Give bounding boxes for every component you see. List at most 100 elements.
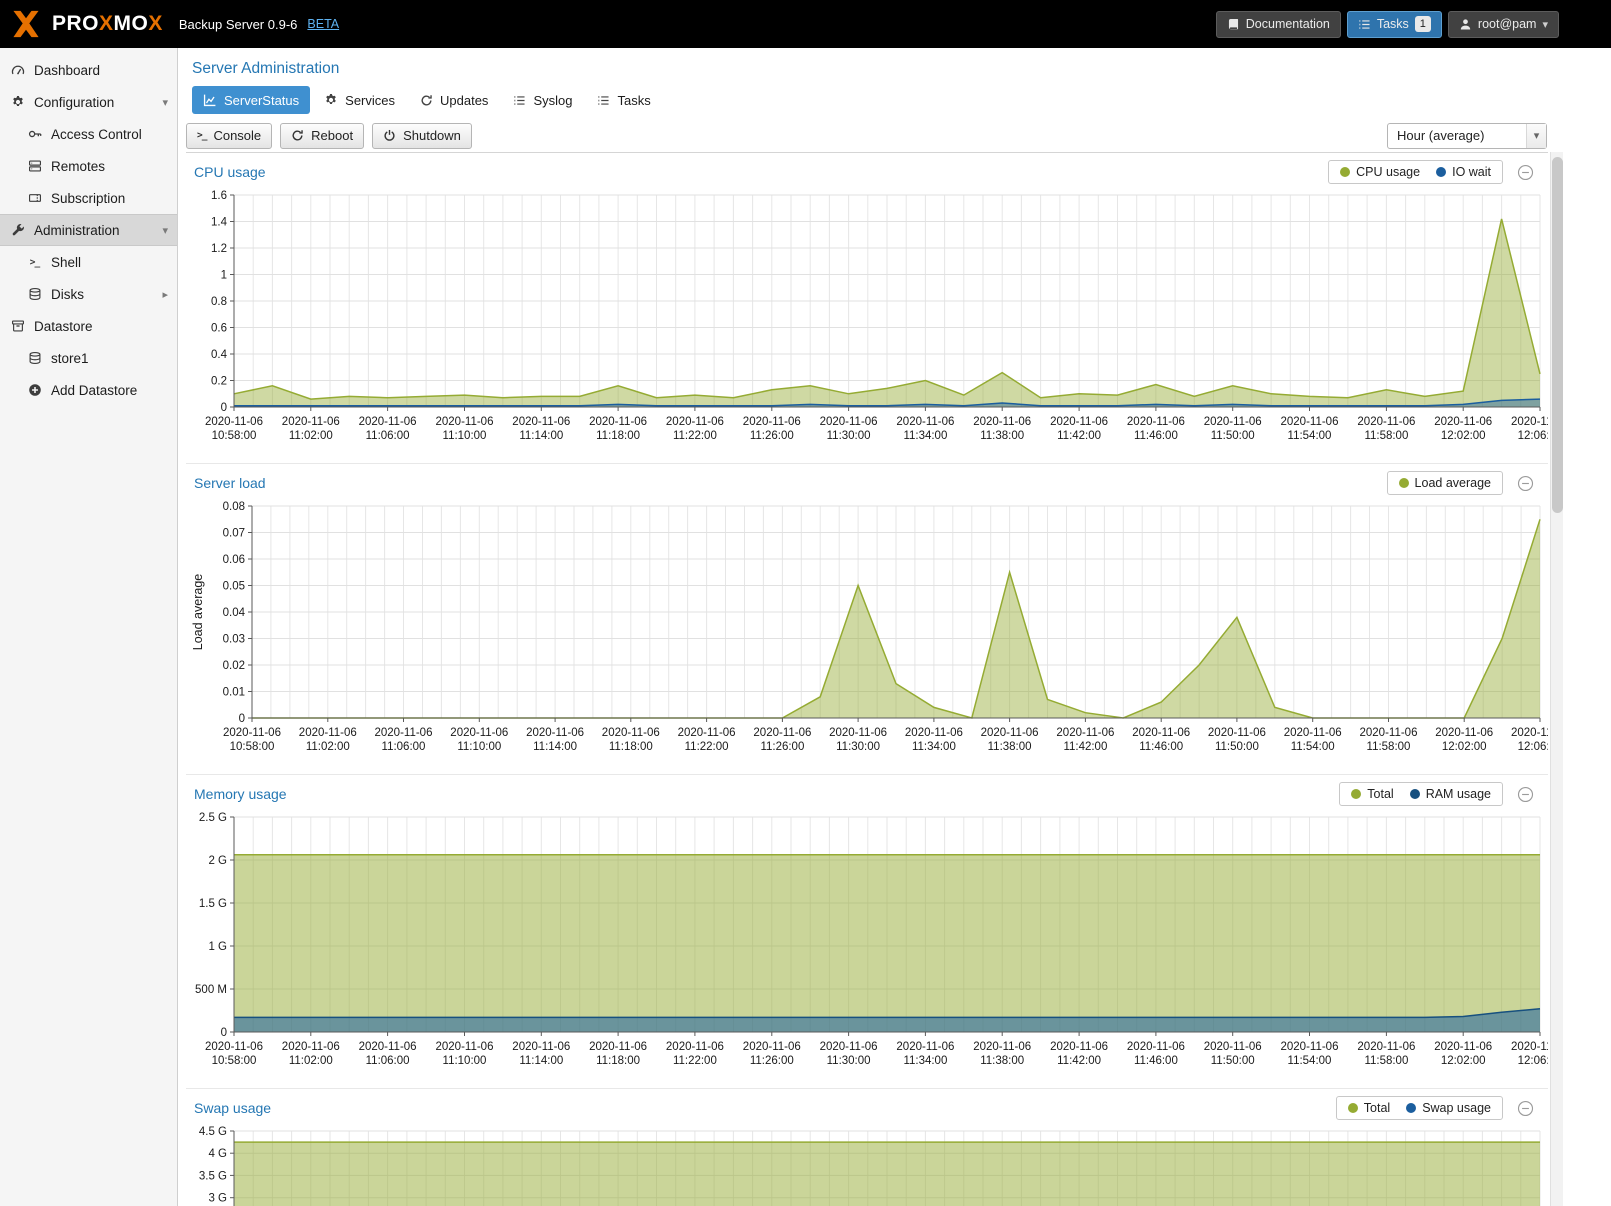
legend-item-total[interactable]: Total bbox=[1351, 787, 1393, 801]
charts-area: CPU usage CPU usageIO wait 00.20.40.60.8… bbox=[186, 152, 1548, 1206]
tab-tasks[interactable]: Tasks bbox=[586, 86, 661, 114]
svg-text:2020-11-06: 2020-11-06 bbox=[223, 727, 281, 739]
timeframe-select[interactable]: Hour (average) ▾ bbox=[1387, 123, 1547, 149]
sidebar-item-administration[interactable]: Administration▾ bbox=[0, 214, 177, 246]
svg-text:2020-11-06: 2020-11-06 bbox=[743, 1041, 801, 1053]
tab-services[interactable]: Services bbox=[313, 86, 406, 114]
svg-text:2020-11-06: 2020-11-06 bbox=[205, 416, 263, 428]
memory-usage-panel: Memory usage TotalRAM usage 0500 M1 G1.5… bbox=[186, 775, 1548, 1089]
svg-text:0.06: 0.06 bbox=[223, 554, 245, 566]
chart-icon bbox=[203, 93, 217, 107]
svg-text:2020-11-06: 2020-11-06 bbox=[1204, 416, 1262, 428]
svg-text:2020-11-06: 2020-11-06 bbox=[743, 416, 801, 428]
svg-text:2020-11-06: 2020-11-06 bbox=[1050, 1041, 1108, 1053]
shutdown-button[interactable]: Shutdown bbox=[372, 123, 472, 149]
svg-text:11:58:00: 11:58:00 bbox=[1367, 741, 1411, 753]
svg-text:11:18:00: 11:18:00 bbox=[596, 1055, 640, 1067]
sidebar-item-label: Subscription bbox=[51, 191, 125, 206]
svg-text:3 G: 3 G bbox=[208, 1193, 227, 1205]
sidebar-item-store1[interactable]: store1 bbox=[0, 342, 177, 374]
svg-text:2020-11-06: 2020-11-06 bbox=[1357, 1041, 1415, 1053]
collapse-panel-icon[interactable] bbox=[1517, 164, 1534, 181]
legend-item-load-average[interactable]: Load average bbox=[1399, 476, 1491, 490]
svg-text:2020-11-06: 2020-11-06 bbox=[589, 416, 647, 428]
svg-text:2020-11-06: 2020-11-06 bbox=[1284, 727, 1342, 739]
tab-updates[interactable]: Updates bbox=[409, 86, 499, 114]
svg-text:0.04: 0.04 bbox=[223, 607, 246, 619]
legend-dot bbox=[1340, 167, 1350, 177]
sidebar-item-datastore[interactable]: Datastore bbox=[0, 310, 177, 342]
collapse-panel-icon[interactable] bbox=[1517, 475, 1534, 492]
svg-text:11:34:00: 11:34:00 bbox=[903, 430, 947, 442]
chevron-down-icon[interactable]: ▾ bbox=[162, 96, 168, 109]
svg-text:0: 0 bbox=[221, 402, 227, 414]
panel-header: Swap usage TotalSwap usage bbox=[188, 1093, 1546, 1121]
panel-title: Memory usage bbox=[194, 786, 287, 802]
svg-text:2020-11-06: 2020-11-06 bbox=[973, 1041, 1031, 1053]
console-button[interactable]: >_Console bbox=[186, 123, 272, 149]
documentation-button[interactable]: Documentation bbox=[1216, 11, 1341, 38]
legend-item-io-wait[interactable]: IO wait bbox=[1436, 165, 1491, 179]
collapse-panel-icon[interactable] bbox=[1517, 786, 1534, 803]
legend-item-ram-usage[interactable]: RAM usage bbox=[1410, 787, 1491, 801]
chart-legend: CPU usage IO wait bbox=[1328, 160, 1503, 184]
tasks-button[interactable]: Tasks 1 bbox=[1347, 11, 1442, 38]
svg-text:2020-11-06: 2020-11-06 bbox=[666, 416, 724, 428]
collapse-panel-icon[interactable] bbox=[1517, 1100, 1534, 1117]
svg-text:2020-11-06: 2020-11-06 bbox=[205, 1041, 263, 1053]
chevron-right-icon[interactable]: ▸ bbox=[162, 288, 168, 301]
sidebar-item-shell[interactable]: >_Shell bbox=[0, 246, 177, 278]
svg-text:0.02: 0.02 bbox=[223, 660, 245, 672]
svg-text:0.2: 0.2 bbox=[211, 376, 227, 388]
svg-text:2020-11-06: 2020-11-06 bbox=[1056, 727, 1114, 739]
svg-text:11:26:00: 11:26:00 bbox=[750, 1055, 794, 1067]
refresh-icon bbox=[420, 94, 433, 107]
svg-text:11:02:00: 11:02:00 bbox=[289, 430, 333, 442]
sidebar-item-label: Add Datastore bbox=[51, 383, 137, 398]
svg-text:2020-11-06: 2020-11-06 bbox=[1208, 727, 1266, 739]
legend-item-total[interactable]: Total bbox=[1348, 1101, 1390, 1115]
user-menu-button[interactable]: root@pam ▾ bbox=[1448, 11, 1559, 38]
sidebar-item-disks[interactable]: Disks▸ bbox=[0, 278, 177, 310]
sidebar-item-dashboard[interactable]: Dashboard bbox=[0, 54, 177, 86]
legend-item-swap-usage[interactable]: Swap usage bbox=[1406, 1101, 1491, 1115]
sidebar-item-configuration[interactable]: Configuration▾ bbox=[0, 86, 177, 118]
svg-text:11:46:00: 11:46:00 bbox=[1134, 430, 1178, 442]
svg-text:0.08: 0.08 bbox=[223, 501, 245, 513]
vertical-scrollbar[interactable] bbox=[1550, 152, 1563, 1206]
svg-text:11:30:00: 11:30:00 bbox=[827, 1055, 871, 1067]
reboot-button[interactable]: Reboot bbox=[280, 123, 364, 149]
panel-header: CPU usage CPU usage IO wait bbox=[188, 157, 1546, 185]
svg-text:10:58:00: 10:58:00 bbox=[212, 430, 257, 442]
top-bar: PROXMOX Backup Server 0.9-6 BETA Documen… bbox=[0, 0, 1611, 48]
sidebar-item-subscription[interactable]: Subscription bbox=[0, 182, 177, 214]
scrollbar-thumb[interactable] bbox=[1552, 157, 1563, 513]
svg-text:11:34:00: 11:34:00 bbox=[912, 741, 956, 753]
svg-text:2020-11-06: 2020-11-06 bbox=[359, 1041, 417, 1053]
sidebar-item-add-datastore[interactable]: Add Datastore bbox=[0, 374, 177, 406]
beta-link[interactable]: BETA bbox=[307, 17, 339, 31]
svg-text:2020-11-06: 2020-11-06 bbox=[896, 1041, 954, 1053]
svg-text:11:10:00: 11:10:00 bbox=[457, 741, 501, 753]
svg-text:3.5 G: 3.5 G bbox=[199, 1170, 227, 1182]
sidebar-item-remotes[interactable]: Remotes bbox=[0, 150, 177, 182]
chevron-down-icon: ▾ bbox=[1526, 124, 1546, 148]
tab-serverstatus[interactable]: ServerStatus bbox=[192, 86, 310, 114]
legend-dot bbox=[1406, 1103, 1416, 1113]
svg-text:11:22:00: 11:22:00 bbox=[685, 741, 729, 753]
svg-text:11:26:00: 11:26:00 bbox=[750, 430, 794, 442]
chevron-down-icon[interactable]: ▾ bbox=[162, 224, 168, 237]
svg-text:2020-11-06: 2020-11-06 bbox=[1204, 1041, 1262, 1053]
sidebar-item-access-control[interactable]: Access Control bbox=[0, 118, 177, 150]
svg-text:1.5 G: 1.5 G bbox=[199, 898, 227, 910]
brand-wordmark: PROXMOX bbox=[52, 12, 163, 36]
svg-text:11:22:00: 11:22:00 bbox=[673, 1055, 717, 1067]
ticket-icon bbox=[26, 191, 43, 205]
svg-text:2020-11-06: 2020-11-06 bbox=[981, 727, 1039, 739]
svg-text:2020-11-06: 2020-11-06 bbox=[678, 727, 736, 739]
svg-text:11:38:00: 11:38:00 bbox=[980, 1055, 1024, 1067]
gear-icon bbox=[9, 95, 26, 109]
legend-item-cpu-usage[interactable]: CPU usage bbox=[1340, 165, 1420, 179]
tab-syslog[interactable]: Syslog bbox=[502, 86, 583, 114]
cpu-usage-chart: 00.20.40.60.811.21.41.62020-11-0610:58:0… bbox=[188, 187, 1546, 453]
